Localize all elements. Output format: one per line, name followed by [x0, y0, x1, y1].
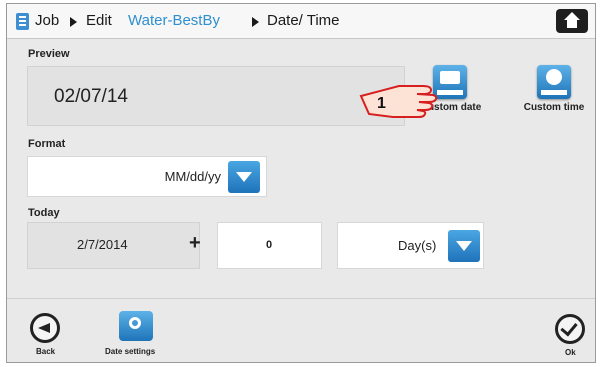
format-dropdown[interactable]: MM/dd/yy — [27, 156, 267, 197]
plus-sign: + — [189, 232, 201, 254]
custom-time-label: Custom time — [523, 102, 585, 113]
today-label: Today — [28, 207, 60, 219]
preview-panel: 02/07/14 — [27, 66, 405, 126]
unit-value: Day(s) — [398, 238, 437, 253]
today-date: 2/7/2014 — [77, 237, 128, 252]
breadcrumb-edit[interactable]: Edit — [86, 12, 112, 29]
chevron-down-icon[interactable] — [448, 230, 480, 262]
offset-value: 0 — [266, 239, 273, 251]
preview-value: 02/07/14 — [54, 86, 128, 107]
today-panel: 2/7/2014 — [27, 222, 200, 269]
unit-dropdown[interactable]: Day(s) — [337, 222, 484, 269]
pointing-hand-icon: 1 — [359, 85, 438, 118]
clock-icon — [546, 69, 562, 85]
back-button[interactable] — [30, 313, 60, 343]
breadcrumb-separator-icon — [252, 17, 259, 27]
ok-button[interactable] — [555, 314, 585, 344]
preview-label: Preview — [28, 48, 70, 60]
chevron-down-icon[interactable] — [228, 161, 260, 193]
breadcrumb-date-time: Date/ Time — [267, 12, 340, 29]
custom-time-button[interactable] — [537, 65, 571, 99]
footer-divider — [7, 298, 595, 299]
breadcrumb-job-name[interactable]: Water-BestBy — [128, 12, 220, 29]
format-value: MM/dd/yy — [164, 169, 221, 184]
date-settings-label: Date settings — [105, 347, 156, 356]
breadcrumb-bar: Job Edit Water-BestBy Date/ Time — [7, 4, 595, 39]
calendar-icon — [440, 71, 460, 84]
breadcrumb-separator-icon — [70, 17, 77, 27]
job-icon — [16, 13, 29, 30]
date-settings-button[interactable] — [119, 311, 153, 341]
back-label: Back — [36, 347, 56, 356]
breadcrumb-job[interactable]: Job — [35, 12, 59, 29]
ok-label: Ok — [565, 348, 576, 357]
format-label: Format — [28, 138, 66, 150]
home-button[interactable] — [556, 9, 588, 33]
callout-number: 1 — [377, 95, 386, 112]
offset-input[interactable]: 0 — [217, 222, 322, 269]
app-window: Job Edit Water-BestBy Date/ Time Preview… — [6, 3, 596, 363]
